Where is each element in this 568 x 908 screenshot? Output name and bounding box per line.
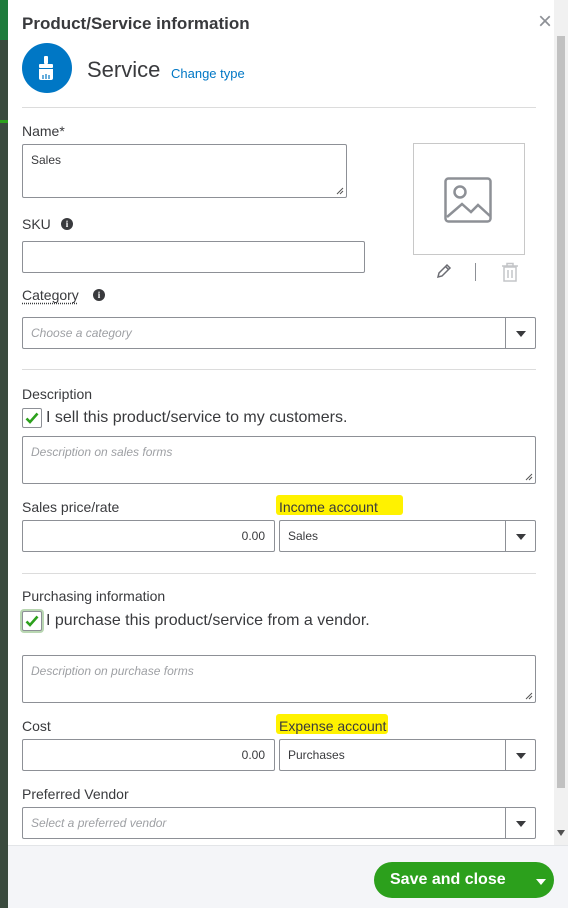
save-and-close-label: Save and close (390, 871, 506, 888)
preferred-vendor-placeholder: Select a preferred vendor (31, 816, 167, 830)
cost-label: Cost (22, 718, 51, 734)
item-type-label: Service (87, 57, 161, 82)
income-account-label: Income account (279, 499, 378, 515)
pencil-icon[interactable] (435, 262, 453, 280)
change-type-link[interactable]: Change type (171, 66, 245, 81)
sku-info-icon[interactable]: i (61, 218, 73, 230)
save-and-close-button[interactable]: Save and close (374, 862, 554, 898)
paintbrush-icon (22, 43, 72, 93)
sku-input[interactable] (22, 241, 365, 273)
expense-account-value: Purchases (288, 748, 345, 762)
sales-description-placeholder: Description on sales forms (31, 445, 173, 459)
name-label: Name* (22, 123, 65, 139)
sales-price-label: Sales price/rate (22, 499, 120, 515)
income-account-select[interactable]: Sales (279, 520, 536, 552)
category-info-icon[interactable]: i (93, 289, 105, 301)
save-options-dropdown-icon[interactable] (536, 879, 546, 885)
checkmark-icon (25, 412, 39, 424)
income-account-value: Sales (288, 529, 319, 543)
resize-handle-icon[interactable] (525, 473, 533, 481)
divider (22, 369, 536, 370)
purchase-description-field[interactable]: Description on purchase forms (22, 655, 536, 703)
sell-checkbox-label: I sell this product/service to my custom… (46, 409, 348, 426)
cost-value: 0.00 (241, 748, 265, 762)
sales-price-value: 0.00 (241, 529, 265, 543)
image-placeholder-icon[interactable] (413, 143, 525, 255)
divider (22, 107, 536, 108)
cost-input[interactable]: 0.00 (22, 739, 275, 771)
purchase-description-placeholder: Description on purchase forms (31, 664, 194, 678)
expense-account-select[interactable]: Purchases (279, 739, 536, 771)
divider (22, 573, 536, 574)
vertical-scrollbar[interactable] (554, 0, 568, 845)
category-select[interactable]: Choose a category (22, 317, 536, 349)
description-label: Description (22, 386, 93, 402)
close-icon[interactable]: × (538, 10, 552, 34)
sell-checkbox[interactable] (22, 408, 42, 428)
name-value: Sales (31, 153, 62, 167)
category-label[interactable]: Category (22, 287, 79, 303)
image-action-separator (475, 263, 476, 281)
sales-description-field[interactable]: Description on sales forms (22, 436, 536, 484)
panel-scroll-area: Product/Service information × Service Ch… (8, 0, 556, 845)
preferred-vendor-label: Preferred Vendor (22, 786, 129, 802)
scroll-down-arrow-icon[interactable] (557, 830, 565, 836)
purchasing-label: Purchasing information (22, 588, 166, 604)
product-service-panel: Product/Service information × Service Ch… (8, 0, 568, 908)
checkmark-icon (25, 615, 39, 627)
name-field[interactable]: Sales (22, 144, 347, 198)
category-placeholder: Choose a category (31, 326, 132, 340)
background-app-strip (0, 0, 8, 908)
income-account-dropdown-icon[interactable] (505, 521, 535, 551)
category-dropdown-icon[interactable] (505, 318, 535, 348)
purchase-checkbox[interactable] (22, 611, 42, 631)
sales-price-input[interactable]: 0.00 (22, 520, 275, 552)
scrollbar-thumb[interactable] (557, 36, 565, 788)
trash-icon[interactable] (501, 262, 519, 282)
preferred-vendor-select[interactable]: Select a preferred vendor (22, 807, 536, 839)
expense-account-dropdown-icon[interactable] (505, 740, 535, 770)
panel-footer: Save and close (8, 845, 568, 908)
purchase-checkbox-label: I purchase this product/service from a v… (46, 612, 370, 629)
resize-handle-icon[interactable] (525, 692, 533, 700)
expense-account-label: Expense account (279, 718, 387, 734)
panel-title: Product/Service information (22, 14, 250, 33)
resize-handle-icon[interactable] (336, 187, 344, 195)
preferred-vendor-dropdown-icon[interactable] (505, 808, 535, 838)
sku-label: SKU (22, 216, 51, 232)
